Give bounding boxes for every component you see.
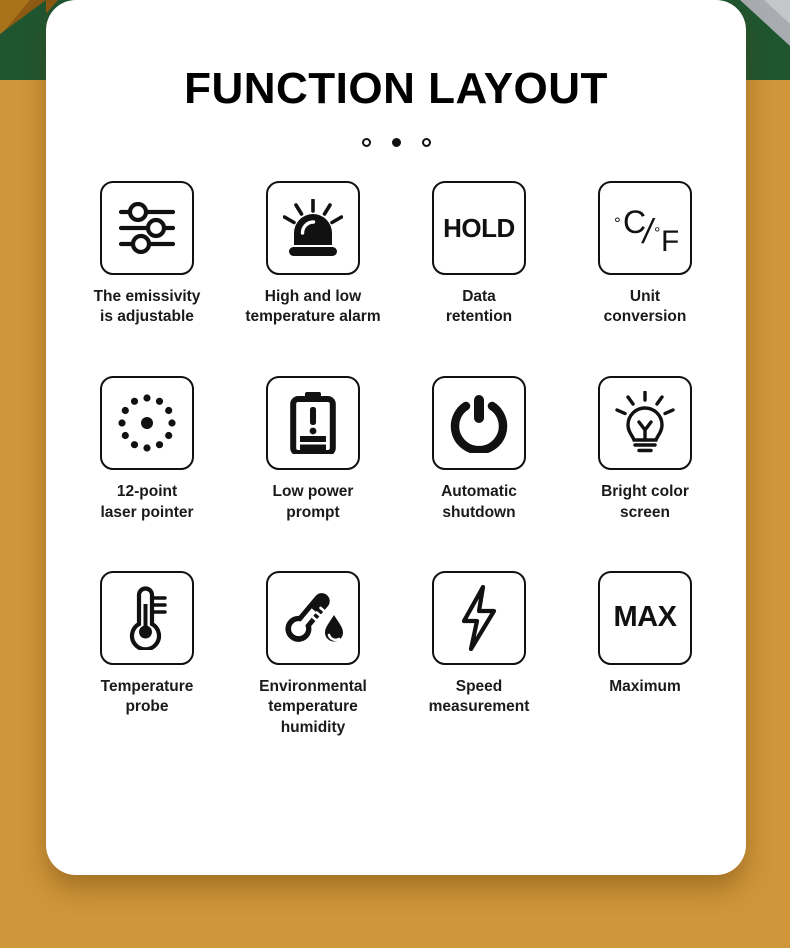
- feature-label: Bright color screen: [601, 483, 689, 521]
- max-label: MAX: [613, 601, 677, 634]
- laser-dots-icon: [100, 376, 194, 471]
- feature-label: Speed measurement: [428, 677, 530, 716]
- feature-label: Low power prompt: [272, 483, 354, 521]
- feature-grid: The emissivity is adjustable High and lo…: [46, 180, 746, 739]
- carousel-dots[interactable]: [46, 137, 746, 147]
- svg-text:°: °: [654, 225, 660, 242]
- thermometer-humidity-icon: [266, 570, 360, 665]
- feature-item-laser-pointer[interactable]: 12-point laser pointer: [64, 376, 230, 524]
- function-layout-card: FUNCTION LAYOUT The emissivity is adjust…: [46, 0, 746, 875]
- feature-label: Environmental temperature humidity: [259, 677, 367, 737]
- feature-label: Data retention: [445, 287, 513, 326]
- max-text-icon: MAX: [598, 570, 692, 665]
- hold-label: HOLD: [443, 212, 515, 243]
- feature-item-temperature-probe[interactable]: Temperature probe: [64, 570, 230, 739]
- feature-item-unit-conversion[interactable]: ° C / ° F Unit conversion: [562, 180, 728, 329]
- feature-item-environment-humidity[interactable]: Environmental temperature humidity: [230, 570, 396, 739]
- celsius-fahrenheit-icon: ° C / ° F: [598, 180, 692, 275]
- carousel-dot-3[interactable]: [421, 137, 431, 147]
- feature-item-bright-screen[interactable]: Bright color screen: [562, 376, 728, 524]
- hold-text-icon: HOLD: [432, 180, 526, 275]
- feature-label: Unit conversion: [603, 287, 687, 326]
- feature-label: The emissivity is adjustable: [93, 287, 201, 326]
- thermometer-probe-icon: [100, 570, 194, 665]
- page-title: FUNCTION LAYOUT: [184, 64, 608, 113]
- feature-item-low-power[interactable]: Low power prompt: [230, 376, 396, 524]
- feature-label: High and low temperature alarm: [245, 287, 381, 326]
- feature-label: Maximum: [609, 677, 681, 695]
- carousel-dot-1[interactable]: [361, 137, 371, 147]
- svg-text:F: F: [661, 225, 678, 257]
- feature-label: 12-point laser pointer: [100, 483, 194, 521]
- sliders-icon: [100, 180, 194, 275]
- lightning-bolt-icon: [432, 570, 526, 665]
- low-battery-icon: [266, 376, 360, 471]
- feature-label: Automatic shutdown: [441, 483, 517, 521]
- feature-label: Temperature probe: [100, 677, 194, 716]
- feature-item-maximum[interactable]: MAX Maximum: [562, 570, 728, 739]
- feature-item-speed-measurement[interactable]: Speed measurement: [396, 570, 562, 739]
- feature-item-temperature-alarm[interactable]: High and low temperature alarm: [230, 180, 396, 329]
- carousel-dot-2[interactable]: [391, 137, 401, 147]
- power-button-icon: [432, 376, 526, 471]
- feature-item-emissivity[interactable]: The emissivity is adjustable: [64, 180, 230, 329]
- light-bulb-icon: [598, 376, 692, 471]
- alarm-siren-icon: [266, 180, 360, 275]
- svg-text:°: °: [614, 214, 621, 233]
- feature-item-auto-shutdown[interactable]: Automatic shutdown: [396, 376, 562, 524]
- feature-item-data-retention[interactable]: HOLD Data retention: [396, 180, 562, 329]
